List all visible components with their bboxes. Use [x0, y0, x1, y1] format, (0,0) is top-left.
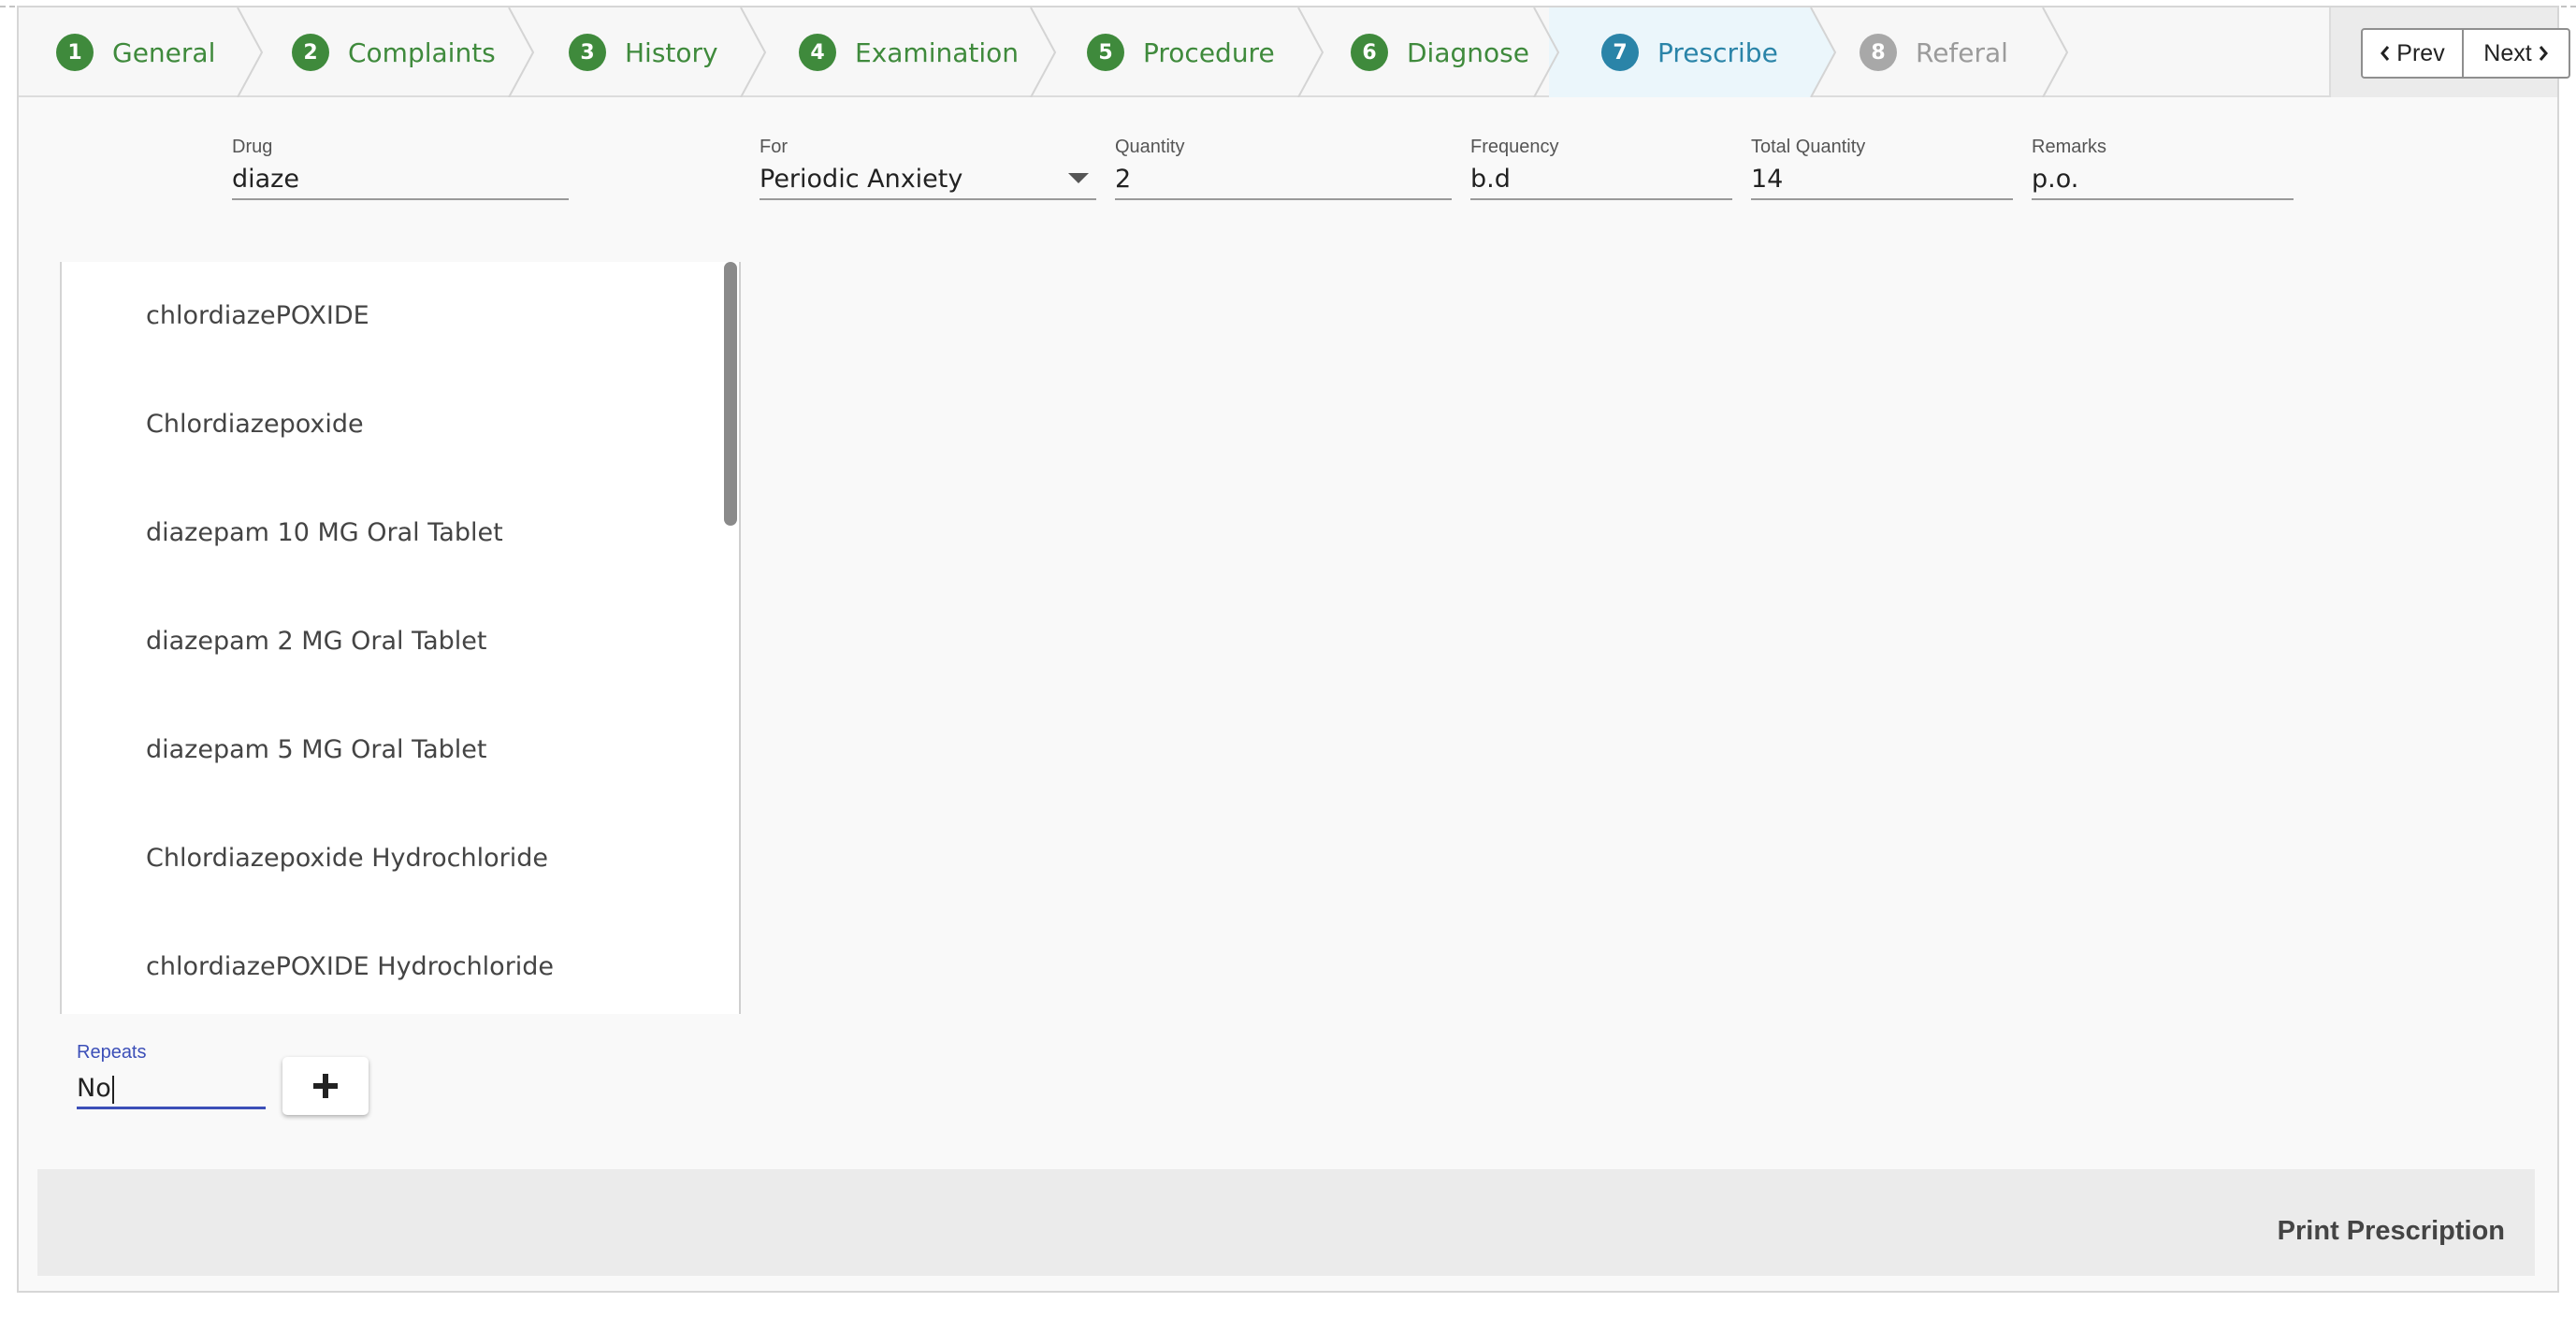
step-separator-icon	[2042, 7, 2069, 97]
step-number: 4	[799, 34, 836, 71]
chevron-left-icon	[2381, 46, 2390, 61]
suggestion-item[interactable]: diazepam 10 MG Oral Tablet	[146, 514, 503, 552]
step-separator-icon	[237, 7, 264, 97]
prev-button[interactable]: Prev	[2361, 28, 2464, 79]
suggestion-item[interactable]: diazepam 5 MG Oral Tablet	[146, 731, 487, 769]
step-number: 3	[569, 34, 606, 71]
total-quantity-input[interactable]: 14	[1751, 161, 2013, 200]
for-field[interactable]: For Periodic Anxiety	[760, 137, 1096, 200]
next-label: Next	[2483, 39, 2532, 66]
total-quantity-label: Total Quantity	[1751, 137, 1866, 157]
step-number: 5	[1087, 34, 1124, 71]
frequency-field[interactable]: Frequency b.d	[1470, 137, 1732, 200]
suggestion-item[interactable]: chlordiazePOXIDE Hydrochloride	[146, 948, 554, 986]
footer-bar: Print Prescription	[37, 1169, 2535, 1276]
step-complaints[interactable]: 2 Complaints	[292, 7, 496, 97]
step-separator-icon	[1802, 7, 1837, 97]
step-number: 2	[292, 34, 329, 71]
suggestion-item[interactable]: diazepam 2 MG Oral Tablet	[146, 623, 487, 660]
drug-field[interactable]: Drug diaze	[232, 137, 569, 200]
step-general[interactable]: 1 General	[56, 7, 215, 97]
step-number: 6	[1351, 34, 1388, 71]
step-history[interactable]: 3 History	[569, 7, 718, 97]
drug-input[interactable]: diaze	[232, 161, 569, 200]
total-quantity-field[interactable]: Total Quantity 14	[1751, 137, 2013, 200]
quantity-input[interactable]: 2	[1115, 161, 1452, 200]
quantity-label: Quantity	[1115, 137, 1185, 157]
suggestion-item[interactable]: Chlordiazepoxide Hydrochloride	[146, 840, 548, 877]
drug-label: Drug	[232, 137, 273, 157]
dropdown-caret-icon[interactable]	[1068, 173, 1089, 183]
step-separator-icon	[1030, 7, 1057, 97]
step-diagnose[interactable]: 6 Diagnose	[1351, 7, 1529, 97]
repeats-label: Repeats	[77, 1042, 147, 1063]
frequency-input[interactable]: b.d	[1470, 161, 1732, 200]
quantity-field[interactable]: Quantity 2	[1115, 137, 1452, 200]
add-prescription-button[interactable]	[282, 1057, 369, 1115]
remarks-input[interactable]: p.o.	[2032, 161, 2294, 200]
prescription-panel: 1 General 2 Complaints 3 History 4 Exami…	[17, 6, 2570, 1293]
step-label: Prescribe	[1657, 36, 1778, 68]
scrollbar-thumb[interactable]	[724, 262, 737, 526]
step-separator-icon	[740, 7, 767, 97]
step-separator-icon	[1297, 7, 1324, 97]
step-referal[interactable]: 8 Referal	[1860, 7, 2008, 97]
step-label: Procedure	[1143, 36, 1275, 68]
step-number: 7	[1601, 34, 1639, 71]
for-select[interactable]: Periodic Anxiety	[760, 161, 1096, 200]
step-separator-icon	[508, 7, 535, 97]
step-label: Diagnose	[1407, 36, 1529, 68]
step-label: General	[112, 36, 216, 68]
print-prescription-button[interactable]: Print Prescription	[2278, 1216, 2505, 1247]
step-label: Complaints	[348, 36, 496, 68]
step-label: Referal	[1916, 36, 2008, 68]
drug-suggestion-list[interactable]: chlordiazePOXIDE Chlordiazepoxide diazep…	[60, 262, 741, 1014]
step-examination[interactable]: 4 Examination	[799, 7, 1019, 97]
text-cursor	[111, 1075, 114, 1104]
frequency-label: Frequency	[1470, 137, 1559, 157]
wizard-steps: 1 General 2 Complaints 3 History 4 Exami…	[19, 7, 2570, 97]
suggestion-item[interactable]: chlordiazePOXIDE	[146, 297, 369, 335]
repeats-value: No	[77, 1074, 111, 1103]
step-number: 1	[56, 34, 94, 71]
wizard-nav: Prev Next	[2329, 7, 2570, 97]
for-label: For	[760, 137, 788, 157]
step-number: 8	[1860, 34, 1897, 71]
step-label: History	[625, 36, 718, 68]
remarks-field[interactable]: Remarks p.o.	[2032, 137, 2294, 200]
repeats-input[interactable]: No	[77, 1068, 266, 1109]
prev-label: Prev	[2396, 39, 2445, 66]
next-button[interactable]: Next	[2462, 28, 2570, 79]
chevron-right-icon	[2539, 46, 2548, 61]
step-separator-icon	[1533, 7, 1560, 97]
step-label: Examination	[855, 36, 1020, 68]
step-procedure[interactable]: 5 Procedure	[1087, 7, 1275, 97]
step-prescribe[interactable]: 7 Prescribe	[1601, 7, 1778, 97]
remarks-label: Remarks	[2032, 137, 2107, 157]
suggestion-item[interactable]: Chlordiazepoxide	[146, 406, 364, 443]
plus-icon	[313, 1074, 338, 1098]
